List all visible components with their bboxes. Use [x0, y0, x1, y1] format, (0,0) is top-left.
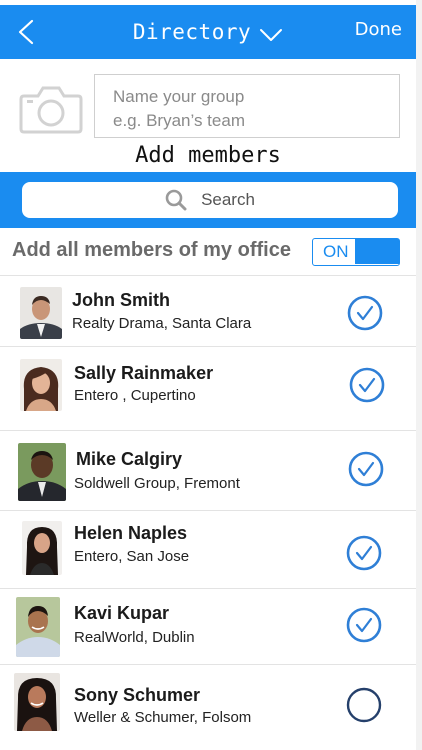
- toggle-knob: [355, 239, 399, 264]
- member-company: Entero , Cupertino: [74, 387, 196, 404]
- member-company: Soldwell Group, Fremont: [74, 475, 240, 492]
- group-name-input[interactable]: Name your group e.g. Bryan’s team: [94, 74, 400, 138]
- empty-circle-icon[interactable]: [346, 687, 382, 723]
- title-dropdown[interactable]: Directory: [0, 5, 416, 59]
- avatar: [22, 521, 62, 575]
- avatar: [18, 443, 66, 501]
- toggle-state-label: ON: [323, 242, 349, 261]
- nav-bar: Directory Done: [0, 5, 416, 59]
- checkmark-circle-icon[interactable]: [347, 295, 383, 331]
- member-row[interactable]: Sony Schumer Weller & Schumer, Folsom: [0, 665, 416, 747]
- office-toggle[interactable]: ON: [312, 238, 400, 266]
- member-row[interactable]: Mike Calgiry Soldwell Group, Fremont: [0, 431, 416, 511]
- done-button[interactable]: Done: [355, 19, 402, 40]
- member-company: RealWorld, Dublin: [74, 629, 195, 646]
- group-name-example: e.g. Bryan’s team: [113, 111, 245, 130]
- search-placeholder: Search: [201, 190, 255, 209]
- group-header: Name your group e.g. Bryan’s team Add me…: [0, 59, 416, 171]
- member-company: Entero, San Jose: [74, 548, 190, 565]
- camera-icon[interactable]: [18, 82, 84, 136]
- member-name: Sally Rainmaker: [74, 363, 214, 383]
- checkmark-circle-icon[interactable]: [346, 535, 382, 571]
- member-name: John Smith: [72, 290, 170, 310]
- search-icon: [165, 189, 187, 211]
- add-members-heading: Add members: [135, 143, 281, 168]
- member-row[interactable]: Sally Rainmaker Entero , Cupertino: [0, 347, 416, 431]
- chevron-down-icon: [260, 29, 283, 41]
- avatar: [20, 359, 62, 411]
- avatar: [14, 673, 60, 731]
- checkmark-circle-icon[interactable]: [349, 367, 385, 403]
- member-company: Realty Drama, Santa Clara: [72, 315, 252, 332]
- member-name: Sony Schumer: [74, 685, 201, 705]
- office-toggle-label: Add all members of my office: [12, 239, 291, 261]
- member-name: Mike Calgiry: [76, 449, 183, 469]
- member-row[interactable]: Kavi Kupar RealWorld, Dublin: [0, 589, 416, 665]
- search-input[interactable]: Search: [22, 182, 398, 218]
- page-title: Directory: [132, 20, 252, 44]
- search-bar: Search: [0, 172, 422, 228]
- member-name: Kavi Kupar: [74, 603, 170, 623]
- group-name-placeholder: Name your group: [113, 87, 245, 106]
- member-row[interactable]: John Smith Realty Drama, Santa Clara: [0, 277, 416, 347]
- member-name: Helen Naples: [74, 523, 188, 543]
- checkmark-circle-icon[interactable]: [348, 451, 384, 487]
- office-toggle-row: Add all members of my office ON: [0, 230, 416, 276]
- avatar: [20, 287, 62, 339]
- member-row[interactable]: Helen Naples Entero, San Jose: [0, 511, 416, 589]
- avatar: [16, 597, 60, 657]
- scroll-edge: [416, 0, 422, 750]
- member-company: Weller & Schumer, Folsom: [74, 709, 252, 726]
- checkmark-circle-icon[interactable]: [346, 607, 382, 643]
